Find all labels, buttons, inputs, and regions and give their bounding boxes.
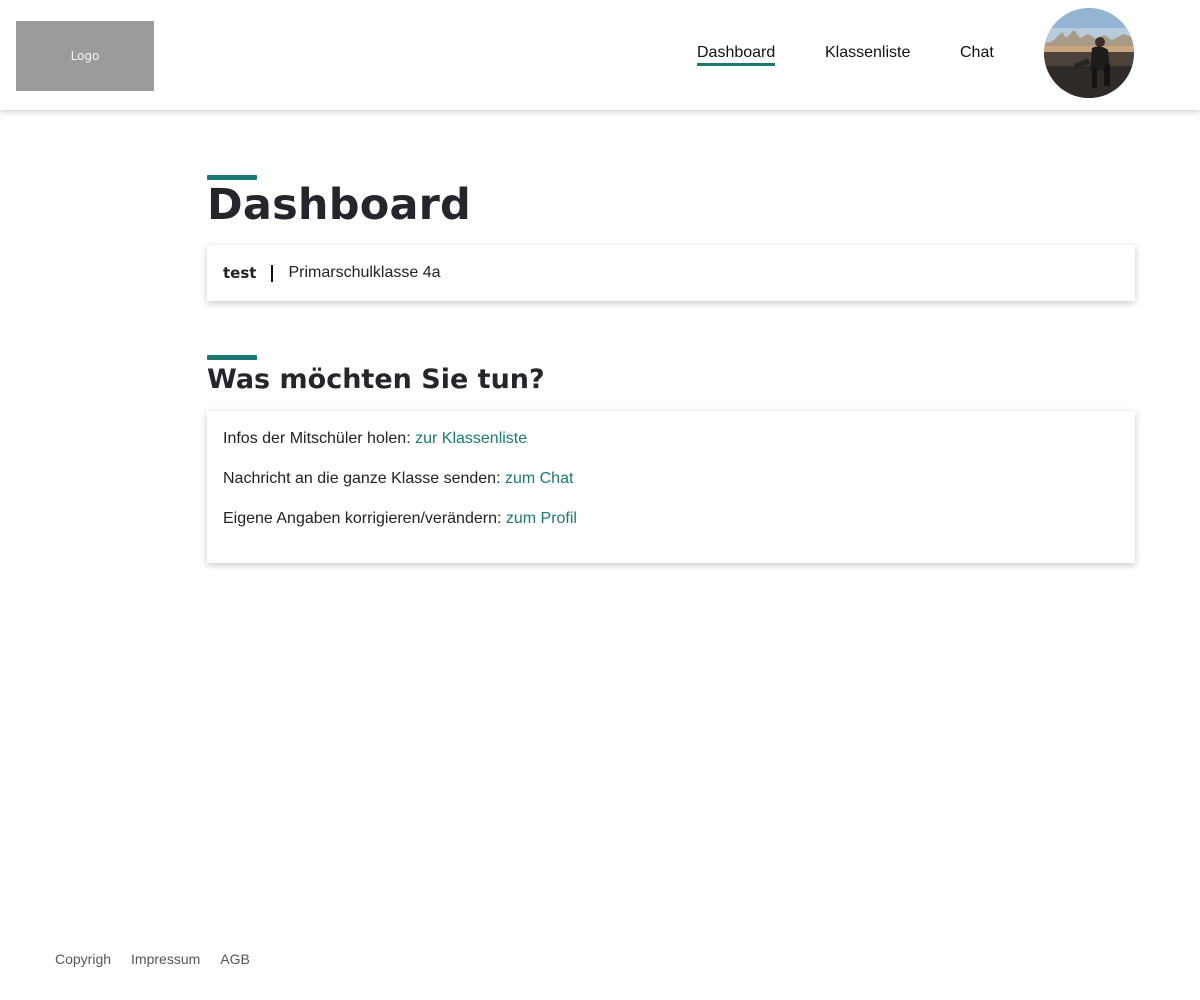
footer: Copyrigh Impressum AGB	[55, 951, 270, 967]
user-avatar[interactable]	[1044, 8, 1134, 98]
user-name: test	[223, 264, 257, 282]
nav-chat[interactable]: Chat	[960, 44, 994, 62]
logo[interactable]: Logo	[16, 21, 154, 91]
footer-link-impressum[interactable]: Impressum	[131, 951, 200, 967]
class-name: Primarschulklasse 4a	[288, 264, 441, 281]
footer-link-agb[interactable]: AGB	[220, 951, 250, 967]
action-text: Infos der Mitschüler holen:	[223, 430, 416, 447]
action-text: Nachricht an die ganze Klasse senden:	[223, 470, 505, 487]
avatar-photo-icon	[1044, 8, 1134, 98]
actions-card: Infos der Mitschüler holen: zur Klassenl…	[207, 411, 1135, 563]
action-row: Nachricht an die ganze Klasse senden: zu…	[223, 469, 1119, 509]
action-text: Eigene Angaben korrigieren/verändern:	[223, 510, 506, 527]
link-klassenliste[interactable]: zur Klassenliste	[415, 430, 527, 447]
section-title: Was möchten Sie tun?	[207, 364, 545, 395]
section-accent-bar	[207, 355, 257, 360]
nav-dashboard[interactable]: Dashboard	[697, 44, 776, 66]
page-title: Dashboard	[207, 180, 472, 230]
link-chat[interactable]: zum Chat	[505, 470, 573, 487]
top-header: Logo Dashboard Klassenliste Chat	[0, 0, 1200, 110]
action-row: Infos der Mitschüler holen: zur Klassenl…	[223, 429, 1119, 469]
link-profil[interactable]: zum Profil	[506, 510, 577, 527]
nav-klassenliste[interactable]: Klassenliste	[825, 44, 910, 62]
divider	[271, 264, 274, 282]
logo-text: Logo	[70, 49, 100, 63]
action-row: Eigene Angaben korrigieren/verändern: zu…	[223, 509, 1119, 549]
footer-link-copyright[interactable]: Copyrigh	[55, 951, 111, 967]
class-info-card: test Primarschulklasse 4a	[207, 245, 1135, 301]
